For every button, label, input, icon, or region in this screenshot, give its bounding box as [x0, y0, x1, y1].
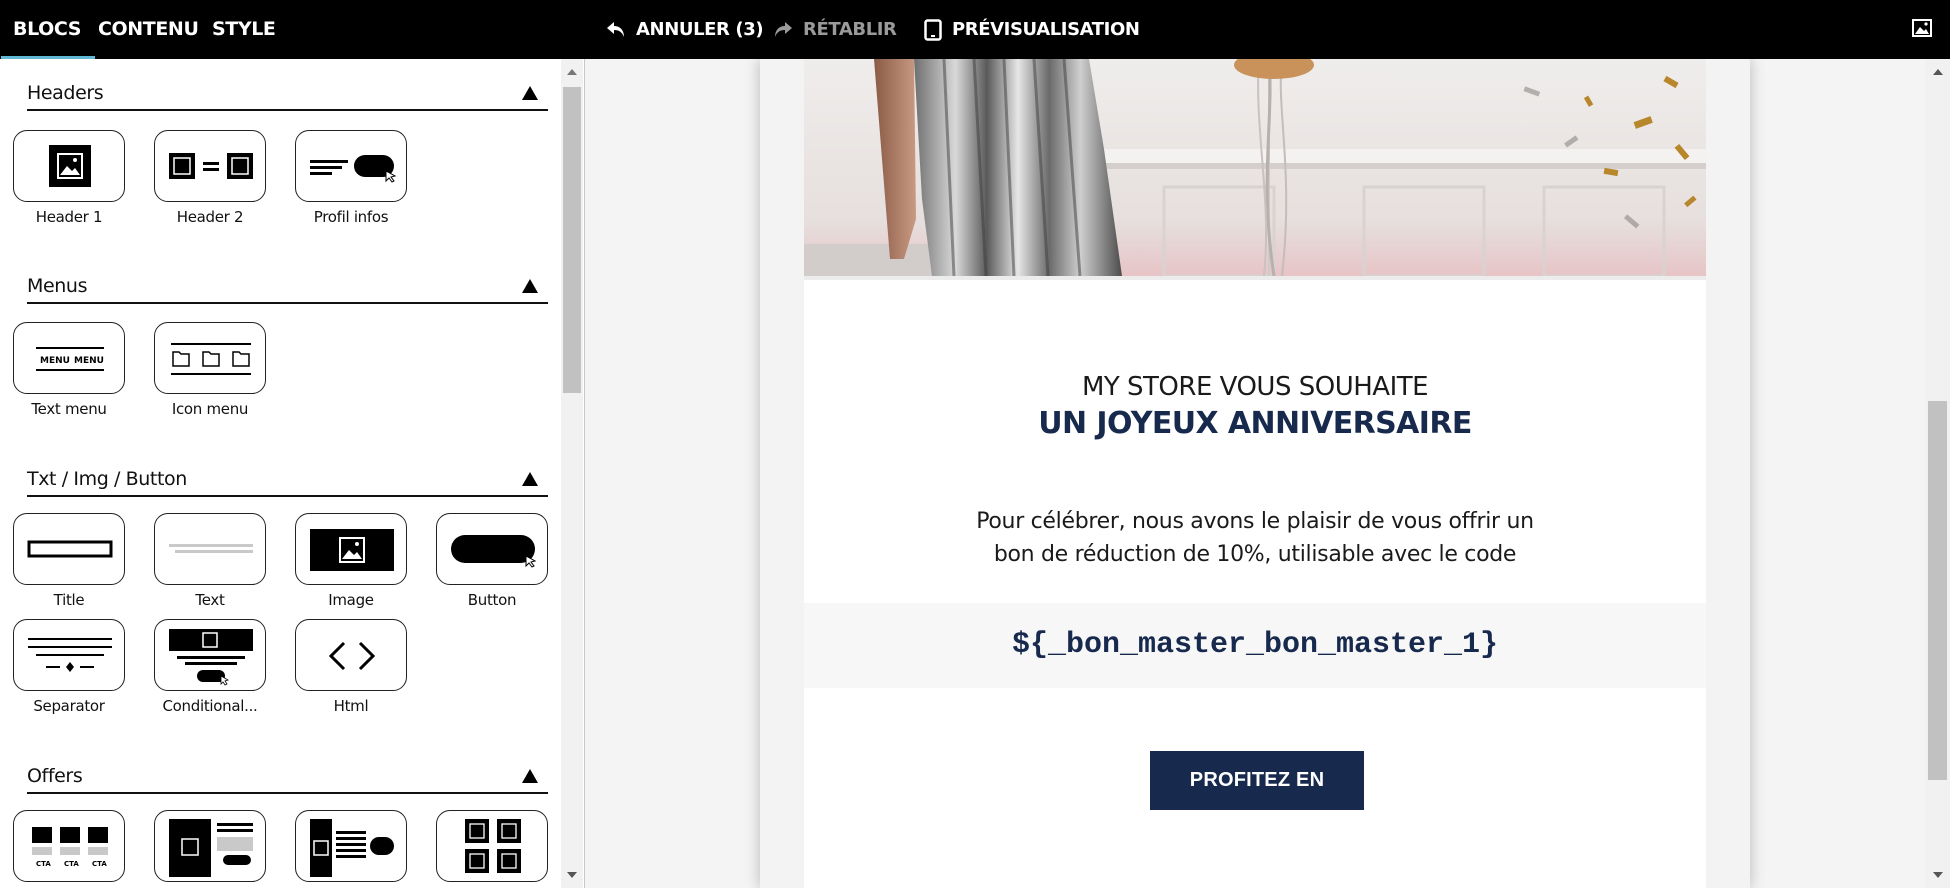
block-label: Text menu: [31, 400, 107, 418]
scrollbar-thumb[interactable]: [563, 87, 581, 393]
headline-main[interactable]: UN JOYEUX ANNIVERSAIRE: [804, 406, 1706, 441]
canvas-scrollbar[interactable]: [1925, 59, 1950, 888]
tab-style[interactable]: STYLE: [212, 0, 276, 59]
svg-text:CTA: CTA: [36, 860, 51, 868]
block-label: Text: [195, 591, 225, 609]
undo-label: ANNULER (3): [636, 19, 764, 40]
block-icon-menu[interactable]: [154, 322, 266, 394]
collapse-caret-icon[interactable]: [522, 472, 538, 486]
scroll-down-arrow-icon[interactable]: [567, 872, 577, 878]
cta-button[interactable]: PROFITEZ EN: [1150, 751, 1364, 810]
section-header-txt-img-button[interactable]: Txt / Img / Button: [27, 445, 548, 497]
separator-icon: [28, 638, 112, 672]
block-header-2[interactable]: [154, 130, 266, 202]
image-settings-button[interactable]: [1912, 19, 1932, 39]
block-label: Button: [467, 591, 517, 609]
button-block-icon: [451, 535, 537, 568]
header-image-icon: [49, 145, 91, 187]
block-header-1[interactable]: [13, 130, 125, 202]
promo-code-block[interactable]: ${_bon_master_bon_master_1}: [804, 603, 1706, 688]
block-profil-infos[interactable]: [295, 130, 407, 202]
collapse-caret-icon[interactable]: [522, 86, 538, 100]
title-icon: [27, 540, 113, 558]
hero-image[interactable]: [804, 59, 1706, 276]
svg-text:CTA: CTA: [64, 860, 79, 868]
block-conditional[interactable]: [154, 619, 266, 691]
redo-icon: [775, 21, 792, 37]
undo-icon: [607, 21, 624, 37]
email-body: MY STORE VOUS SOUHAITE UN JOYEUX ANNIVER…: [804, 59, 1706, 888]
block-label: Html: [333, 697, 369, 715]
block-text[interactable]: [154, 513, 266, 585]
block-title[interactable]: [13, 513, 125, 585]
profile-button-icon: [310, 155, 397, 183]
svg-text:MENU: MENU: [40, 356, 70, 366]
tablet-icon: [924, 18, 942, 41]
divider: [804, 276, 1706, 280]
collapse-caret-icon[interactable]: [522, 279, 538, 293]
text-menu-icon: MENU MENU: [36, 347, 104, 371]
offer-grid-icon: CTA CTA CTA: [32, 827, 108, 868]
offer-image-text-icon: [169, 819, 253, 877]
block-offer-three-cta[interactable]: CTA CTA CTA: [13, 810, 125, 882]
offer-image-list-icon: [310, 819, 394, 877]
block-label: Conditional...: [162, 697, 258, 715]
blocks-panel: Headers Header 1 Header 2 Profil infos M…: [0, 59, 585, 888]
block-offer-image-list[interactable]: [295, 810, 407, 882]
section-title: Menus: [27, 275, 88, 297]
scroll-up-arrow-icon[interactable]: [1933, 69, 1943, 75]
section-title: Offers: [27, 765, 83, 787]
block-html[interactable]: [295, 619, 407, 691]
preview-label: PRÉVISUALISATION: [952, 19, 1140, 40]
hero-photo: [804, 59, 1706, 276]
section-header-headers[interactable]: Headers: [27, 59, 548, 111]
body-paragraph[interactable]: Pour célébrer, nous avons le plaisir de …: [954, 505, 1556, 571]
header-two-images-icon: [169, 153, 253, 179]
block-image[interactable]: [295, 513, 407, 585]
email-canvas: MY STORE VOUS SOUHAITE UN JOYEUX ANNIVER…: [588, 59, 1928, 888]
undo-button[interactable]: ANNULER (3): [606, 0, 764, 59]
block-label: Separator: [33, 697, 105, 715]
section-header-offers[interactable]: Offers: [27, 742, 548, 794]
section-title: Headers: [27, 82, 104, 104]
svg-text:MENU: MENU: [74, 356, 104, 366]
block-offer-four-images[interactable]: [436, 810, 548, 882]
email-preview: MY STORE VOUS SOUHAITE UN JOYEUX ANNIVER…: [760, 59, 1750, 888]
code-brackets-icon: [328, 641, 376, 671]
block-label: Image: [328, 591, 374, 609]
promo-code: ${_bon_master_bon_master_1}: [1011, 628, 1499, 662]
scrollbar-thumb[interactable]: [1928, 401, 1947, 780]
redo-label: RÉTABLIR: [803, 19, 897, 40]
block-button[interactable]: [436, 513, 548, 585]
block-label: Icon menu: [171, 400, 249, 418]
tab-contenu[interactable]: CONTENU: [98, 0, 199, 59]
offer-four-images-icon: [465, 819, 521, 873]
block-label: Header 2: [176, 208, 244, 226]
section-title: Txt / Img / Button: [27, 468, 187, 490]
block-separator[interactable]: [13, 619, 125, 691]
block-label: Title: [53, 591, 85, 609]
scroll-up-arrow-icon[interactable]: [567, 69, 577, 75]
image-icon: [1912, 19, 1932, 37]
body-line: Pour célébrer, nous avons le plaisir de …: [976, 509, 1534, 534]
block-offer-image-text[interactable]: [154, 810, 266, 882]
text-lines-icon: [169, 544, 253, 553]
tab-blocs[interactable]: BLOCS: [0, 0, 96, 59]
block-text-menu[interactable]: MENU MENU: [13, 322, 125, 394]
block-label: Header 1: [35, 208, 103, 226]
blocks-panel-scrollbar[interactable]: [561, 59, 583, 888]
conditional-icon: [169, 629, 253, 686]
scroll-down-arrow-icon[interactable]: [1933, 872, 1943, 878]
body-line: bon de réduction de 10%, utilisable avec…: [993, 542, 1517, 567]
redo-button[interactable]: RÉTABLIR: [773, 0, 897, 59]
collapse-caret-icon[interactable]: [522, 769, 538, 783]
headline-top[interactable]: MY STORE VOUS SOUHAITE: [804, 372, 1706, 402]
section-header-menus[interactable]: Menus: [27, 252, 548, 304]
icon-menu-icon: [171, 343, 251, 375]
block-label: Profil infos: [313, 208, 389, 226]
svg-text:CTA: CTA: [92, 860, 107, 868]
preview-button[interactable]: PRÉVISUALISATION: [924, 0, 1140, 59]
image-block-icon: [310, 529, 394, 571]
top-toolbar: BLOCS CONTENU STYLE ANNULER (3) RÉTABLIR…: [0, 0, 1950, 59]
